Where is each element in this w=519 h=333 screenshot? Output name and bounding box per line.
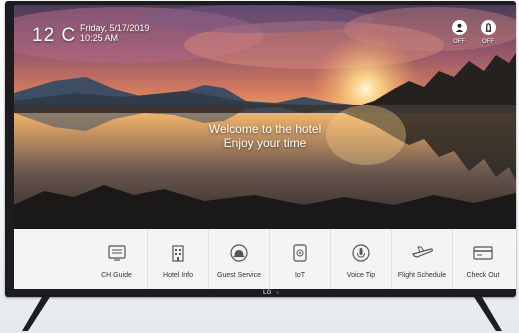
menu-item-voice-tip[interactable]: Voice Tip: [330, 229, 391, 289]
hotel-menu-bar: CH Guide Hotel Info Guest Service IoT Vo…: [14, 229, 516, 289]
make-up-room-icon: [480, 20, 496, 35]
date-time: Friday, 5/17/2019 10:25 AM: [80, 23, 149, 43]
welcome-subtitle: Enjoy your time: [223, 136, 307, 150]
menu-item-hotel-info[interactable]: Hotel Info: [147, 229, 208, 289]
menu-item-ch-guide[interactable]: CH Guide: [86, 229, 147, 289]
do-not-disturb-status: OFF: [453, 39, 465, 45]
iot-device-icon: [289, 243, 311, 263]
room-service-bell-icon: [228, 243, 250, 263]
menu-label: Flight Schedule: [397, 272, 447, 279]
menu-label: Voice Tip: [346, 272, 376, 279]
checkout-card-icon: [472, 243, 494, 263]
tv-guide-icon: [106, 243, 128, 263]
power-indicator: [276, 291, 279, 294]
tv-stand-right: [474, 297, 502, 331]
menu-item-flight-schedule[interactable]: Flight Schedule: [391, 229, 452, 289]
menu-label: Hotel Info: [163, 272, 193, 279]
menu-label: Check Out: [466, 272, 500, 279]
menu-item-check-out[interactable]: Check Out: [452, 229, 513, 289]
menu-item-guest-service[interactable]: Guest Service: [208, 229, 269, 289]
menu-item-iot[interactable]: IoT: [269, 229, 330, 289]
room-status-icons: OFF OFF: [449, 20, 498, 45]
airplane-icon: [411, 243, 433, 263]
make-up-room-toggle[interactable]: OFF: [478, 20, 498, 45]
do-not-disturb-toggle[interactable]: OFF: [449, 20, 469, 45]
brand-logo: LG: [263, 290, 272, 296]
welcome-title: Welcome to the hotel: [208, 122, 322, 136]
hotel-building-icon: [167, 243, 189, 263]
do-not-disturb-icon: [451, 20, 467, 35]
menu-label: CH Guide: [101, 272, 132, 279]
temperature-readout: 12 C: [32, 25, 77, 46]
date-text: Friday, 5/17/2019: [80, 23, 150, 33]
menu-label: Guest Service: [217, 272, 261, 279]
microphone-icon: [350, 243, 372, 263]
make-up-room-status: OFF: [482, 39, 494, 45]
time-text: 10:25 AM: [80, 33, 119, 43]
tv-bezel: 12 C Friday, 5/17/2019 10:25 AM OFF OFF: [5, 1, 516, 297]
tv-screen: 12 C Friday, 5/17/2019 10:25 AM OFF OFF: [14, 5, 516, 289]
tv-stand-left: [22, 297, 50, 331]
menu-label: IoT: [294, 272, 306, 279]
tv-display-scene: 12 C Friday, 5/17/2019 10:25 AM OFF OFF: [0, 0, 519, 333]
